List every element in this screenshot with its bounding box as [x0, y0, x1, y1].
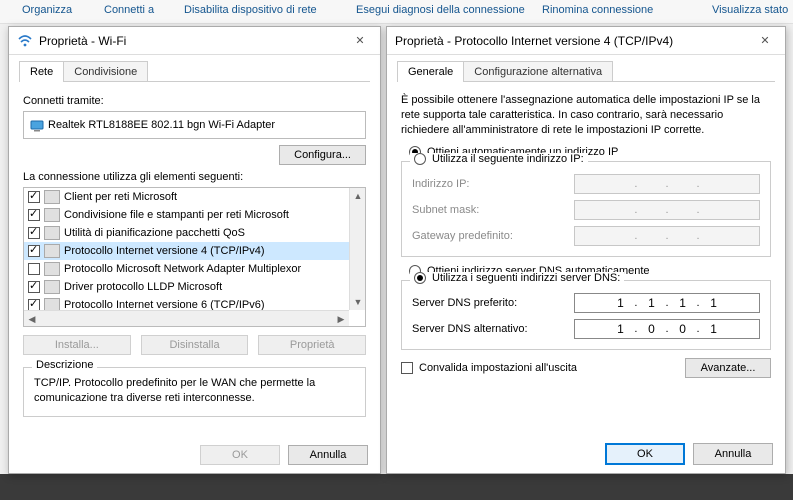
close-icon[interactable]: ✕	[346, 34, 374, 47]
intro-text: È possibile ottenere l'assegnazione auto…	[401, 93, 771, 138]
component-icon	[44, 226, 60, 240]
ok-button[interactable]: OK	[605, 443, 685, 465]
radio-ip-manual-label: Utilizza il seguente indirizzo IP:	[432, 153, 584, 165]
list-item-label: Protocollo Internet versione 4 (TCP/IPv4…	[64, 245, 265, 257]
checkbox[interactable]	[28, 281, 40, 293]
scrollbar-vertical[interactable]: ▲▼	[349, 188, 365, 310]
list-item[interactable]: Condivisione file e stampanti per reti M…	[24, 206, 349, 224]
install-button[interactable]: Installa...	[23, 335, 131, 355]
configure-button[interactable]: Configura...	[279, 145, 366, 165]
list-item[interactable]: Protocollo Internet versione 6 (TCP/IPv6…	[24, 296, 349, 310]
list-item[interactable]: Client per reti Microsoft	[24, 188, 349, 206]
properties-button[interactable]: Proprietà	[258, 335, 366, 355]
checkbox[interactable]	[28, 245, 40, 257]
tab-general[interactable]: Generale	[397, 61, 464, 82]
toolbar-organize[interactable]: Organizza	[22, 4, 72, 16]
adapter-icon	[30, 118, 48, 132]
dns-manual-group: Utilizza i seguenti indirizzi server DNS…	[401, 280, 771, 350]
checkbox[interactable]	[28, 191, 40, 203]
list-item-label: Utilità di pianificazione pacchetti QoS	[64, 227, 245, 239]
uses-label: La connessione utilizza gli elementi seg…	[23, 171, 366, 183]
wifi-icon	[17, 33, 33, 49]
list-item-label: Protocollo Microsoft Network Adapter Mul…	[64, 263, 301, 275]
gw-input: ...	[574, 226, 760, 246]
cancel-button[interactable]: Annulla	[693, 443, 773, 465]
checkbox[interactable]	[28, 263, 40, 275]
checkbox[interactable]	[28, 209, 40, 221]
component-icon	[44, 190, 60, 204]
list-item[interactable]: Protocollo Internet versione 4 (TCP/IPv4…	[24, 242, 349, 260]
radio-dns-manual-label: Utilizza i seguenti indirizzi server DNS…	[432, 272, 620, 284]
mask-input: ...	[574, 200, 760, 220]
description-text: TCP/IP. Protocollo predefinito per le WA…	[34, 376, 355, 406]
ip-input: ...	[574, 174, 760, 194]
cancel-button[interactable]: Annulla	[288, 445, 368, 465]
list-item[interactable]: Protocollo Microsoft Network Adapter Mul…	[24, 260, 349, 278]
list-item-label: Protocollo Internet versione 6 (TCP/IPv6…	[64, 299, 265, 310]
dns-alt-input[interactable]: 1. 0. 0. 1	[574, 319, 760, 339]
components-listbox[interactable]: Client per reti Microsoft Condivisione fi…	[23, 187, 366, 327]
ipv4-properties-dialog: Proprietà - Protocollo Internet versione…	[386, 26, 786, 474]
toolbar-connect[interactable]: Connetti a	[104, 4, 154, 16]
component-icon	[44, 280, 60, 294]
titlebar[interactable]: Proprietà - Protocollo Internet versione…	[387, 27, 785, 55]
list-item[interactable]: Driver protocollo LLDP Microsoft	[24, 278, 349, 296]
checkbox[interactable]	[28, 299, 40, 310]
adapter-box[interactable]: Realtek RTL8188EE 802.11 bgn Wi-Fi Adapt…	[23, 111, 366, 139]
dialog-title: Proprietà - Wi-Fi	[39, 34, 346, 48]
radio-ip-manual[interactable]	[414, 153, 426, 165]
validate-label: Convalida impostazioni all'uscita	[419, 362, 577, 374]
advanced-button[interactable]: Avanzate...	[685, 358, 771, 378]
dns-alt-label: Server DNS alternativo:	[412, 323, 562, 335]
wifi-properties-dialog: Proprietà - Wi-Fi ✕ Rete Condivisione Co…	[8, 26, 381, 474]
scrollbar-horizontal[interactable]: ◀▶	[24, 310, 349, 326]
list-item[interactable]: Utilità di pianificazione pacchetti QoS	[24, 224, 349, 242]
toolbar-diagnose[interactable]: Esegui diagnosi della connessione	[356, 4, 525, 16]
component-icon	[44, 244, 60, 258]
mask-label: Subnet mask:	[412, 204, 562, 216]
component-icon	[44, 262, 60, 276]
dns-pref-input[interactable]: 1. 1. 1. 1	[574, 293, 760, 313]
ip-manual-group: Utilizza il seguente indirizzo IP: Indir…	[401, 161, 771, 257]
ip-label: Indirizzo IP:	[412, 178, 562, 190]
tab-rete[interactable]: Rete	[19, 61, 64, 82]
toolbar-rename[interactable]: Rinomina connessione	[542, 4, 653, 16]
uninstall-button[interactable]: Disinstalla	[141, 335, 249, 355]
list-item-label: Client per reti Microsoft	[64, 191, 177, 203]
adapter-name: Realtek RTL8188EE 802.11 bgn Wi-Fi Adapt…	[48, 119, 275, 131]
list-item-label: Condivisione file e stampanti per reti M…	[64, 209, 289, 221]
ok-button[interactable]: OK	[200, 445, 280, 465]
connect-via-label: Connetti tramite:	[23, 95, 366, 107]
checkbox[interactable]	[28, 227, 40, 239]
dialog-title: Proprietà - Protocollo Internet versione…	[395, 34, 751, 48]
toolbar-disable[interactable]: Disabilita dispositivo di rete	[184, 4, 317, 16]
titlebar[interactable]: Proprietà - Wi-Fi ✕	[9, 27, 380, 55]
validate-checkbox[interactable]	[401, 362, 413, 374]
dns-pref-label: Server DNS preferito:	[412, 297, 562, 309]
tab-condivisione[interactable]: Condivisione	[63, 61, 148, 82]
list-item-label: Driver protocollo LLDP Microsoft	[64, 281, 222, 293]
tab-alt-config[interactable]: Configurazione alternativa	[463, 61, 613, 82]
gw-label: Gateway predefinito:	[412, 230, 562, 242]
component-icon	[44, 208, 60, 222]
toolbar-status[interactable]: Visualizza stato	[712, 4, 788, 16]
close-icon[interactable]: ✕	[751, 34, 779, 47]
radio-dns-manual[interactable]	[414, 272, 426, 284]
description-group: Descrizione TCP/IP. Protocollo predefini…	[23, 367, 366, 417]
description-heading: Descrizione	[32, 359, 97, 371]
component-icon	[44, 298, 60, 310]
